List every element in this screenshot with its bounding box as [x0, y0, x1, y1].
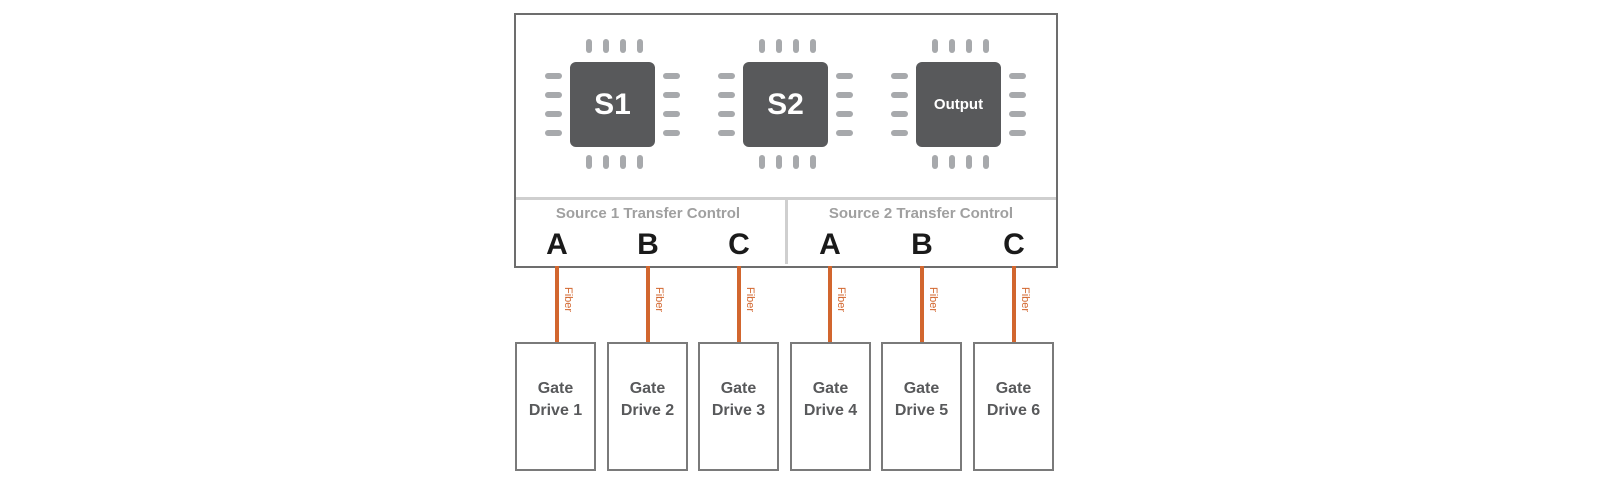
channel-label: B: [911, 228, 933, 261]
chip-pin: [718, 73, 735, 79]
chip-pin: [891, 111, 908, 117]
chip-pin: [759, 155, 765, 169]
chip-pin: [663, 111, 680, 117]
gate-drive-label: Drive 6: [986, 401, 1041, 419]
chip-pin: [793, 155, 799, 169]
gate-drive-label: Drive 5: [894, 401, 949, 419]
chip-1: S1: [570, 62, 655, 147]
chip-pin: [718, 92, 735, 98]
gate-drive-label: Gate: [995, 379, 1032, 397]
gate-drive-label: Gate: [537, 379, 574, 397]
gate-drive-label: Gate: [629, 379, 666, 397]
section-title-source-1: Source 1 Transfer Control: [555, 205, 741, 222]
fiber-link: [1012, 266, 1016, 342]
gate-drive-5: Gate Drive 5: [881, 342, 962, 471]
chip-pin: [836, 73, 853, 79]
fiber-label: Fiber: [1019, 287, 1031, 313]
chip-3: Output: [916, 62, 1001, 147]
chip-pin: [836, 111, 853, 117]
channel-label: B: [637, 228, 659, 261]
chip-pin: [718, 130, 735, 136]
gate-drive-4: Gate Drive 4: [790, 342, 871, 471]
chip-pin: [1009, 73, 1026, 79]
chip-pin: [836, 92, 853, 98]
chip-pin: [545, 130, 562, 136]
chip-pin: [891, 92, 908, 98]
fiber-link: [555, 266, 559, 342]
chip-pin: [932, 155, 938, 169]
chip-pin: [586, 155, 592, 169]
chip-pin: [637, 39, 643, 53]
chip-pin: [891, 73, 908, 79]
gate-drive-label: Drive 2: [620, 401, 675, 419]
chip-pin: [932, 39, 938, 53]
chip-pin: [949, 39, 955, 53]
gate-drive-label: Gate: [812, 379, 849, 397]
gate-drive-label: Drive 1: [528, 401, 583, 419]
chip-pin: [545, 111, 562, 117]
fiber-link: [920, 266, 924, 342]
channel-label: C: [1003, 228, 1025, 261]
chip-pin: [966, 39, 972, 53]
chip-pin: [776, 155, 782, 169]
chip-pin: [793, 39, 799, 53]
gate-drive-label: Drive 3: [711, 401, 766, 419]
chip-pin: [1009, 111, 1026, 117]
gate-drive-label: Gate: [720, 379, 757, 397]
chip-pin: [603, 155, 609, 169]
fiber-link: [737, 266, 741, 342]
chip-pin: [718, 111, 735, 117]
chip-pin: [966, 155, 972, 169]
fiber-label: Fiber: [562, 287, 574, 313]
chip-pin: [983, 155, 989, 169]
chip-pin: [836, 130, 853, 136]
fiber-label: Fiber: [653, 287, 665, 313]
chip-pin: [545, 73, 562, 79]
chip-pin: [810, 155, 816, 169]
gate-drive-label: Drive 4: [803, 401, 858, 419]
chip-pin: [586, 39, 592, 53]
channel-label: C: [728, 228, 750, 261]
gate-drive-label: Gate: [903, 379, 940, 397]
chip-pin: [891, 130, 908, 136]
channel-label: A: [546, 228, 568, 261]
fiber-label: Fiber: [927, 287, 939, 313]
channel-label: A: [819, 228, 841, 261]
chip-pin: [663, 92, 680, 98]
chip-pin: [1009, 92, 1026, 98]
chip-pin: [776, 39, 782, 53]
gate-drive-2: Gate Drive 2: [607, 342, 688, 471]
chip-pin: [637, 155, 643, 169]
chip-pin: [1009, 130, 1026, 136]
chip-pin: [810, 39, 816, 53]
fiber-label: Fiber: [835, 287, 847, 313]
fiber-link: [646, 266, 650, 342]
chip-pin: [663, 73, 680, 79]
chip-pin: [620, 155, 626, 169]
chip-pin: [545, 92, 562, 98]
chip-pin: [663, 130, 680, 136]
chip-pin: [603, 39, 609, 53]
fiber-label: Fiber: [744, 287, 756, 313]
chip-2: S2: [743, 62, 828, 147]
gate-drive-1: Gate Drive 1: [515, 342, 596, 471]
section-title-source-2: Source 2 Transfer Control: [828, 205, 1014, 222]
chip-pin: [983, 39, 989, 53]
fiber-link: [828, 266, 832, 342]
chip-pin: [949, 155, 955, 169]
chip-pin: [759, 39, 765, 53]
gate-drive-6: Gate Drive 6: [973, 342, 1054, 471]
gate-drive-3: Gate Drive 3: [698, 342, 779, 471]
chip-pin: [620, 39, 626, 53]
